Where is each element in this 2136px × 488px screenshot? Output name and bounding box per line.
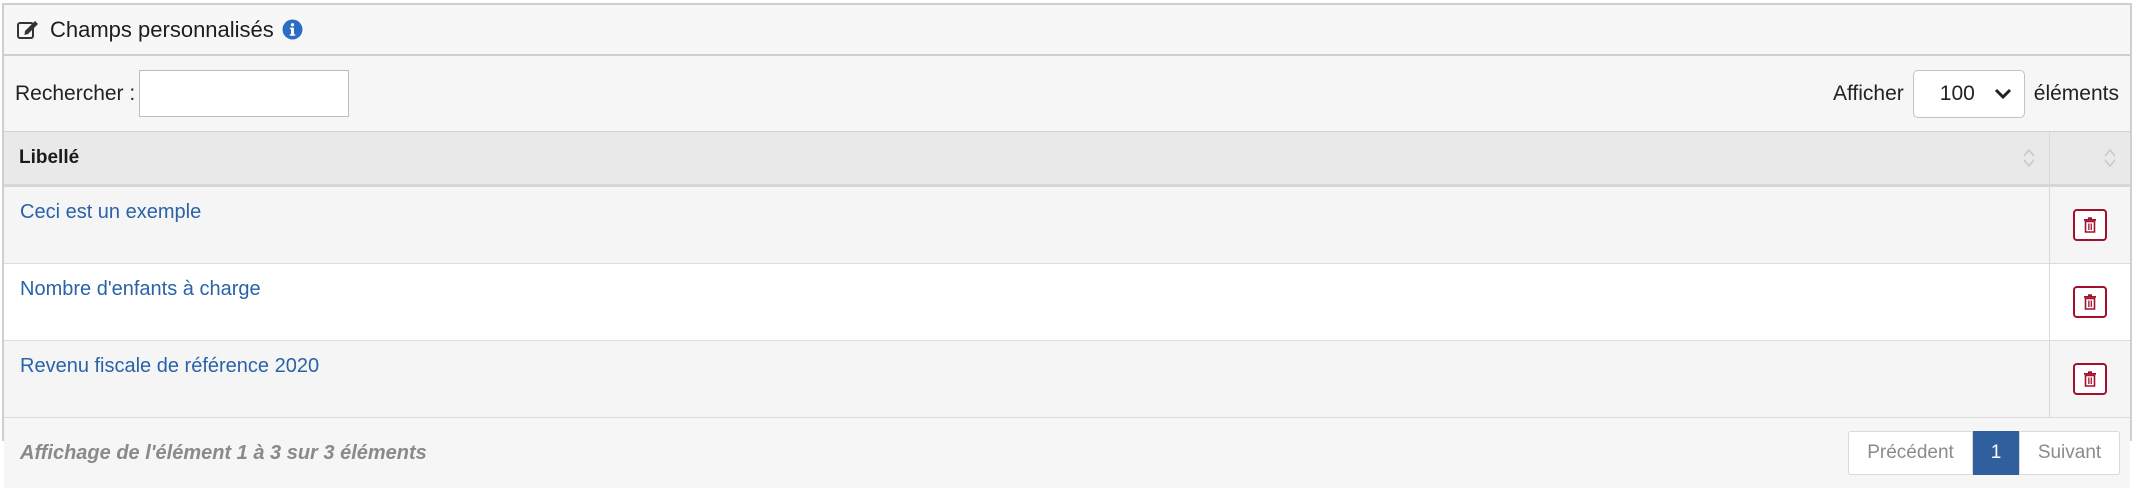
panel-header: Champs personnalisés [4, 5, 2130, 56]
label-cell: Ceci est un exemple [4, 185, 2049, 264]
field-link[interactable]: Revenu fiscale de référence 2020 [20, 355, 319, 377]
length-suffix-label: éléments [2033, 81, 2119, 105]
field-link[interactable]: Ceci est un exemple [20, 201, 201, 223]
table-toolbar: Rechercher : Afficher 100 éléments [4, 56, 2130, 131]
page-length-value: 100 [1939, 81, 1975, 105]
delete-button[interactable] [2072, 363, 2107, 395]
search-filter: Rechercher : [15, 70, 350, 117]
table-footer: Affichage de l'élément 1 à 3 sur 3 éléme… [4, 418, 2130, 488]
action-cell [2048, 263, 2130, 341]
table-row: Nombre d'enfants à charge [4, 263, 2130, 341]
label-cell: Nombre d'enfants à charge [4, 263, 2049, 341]
column-header-label[interactable]: Libellé [4, 131, 2049, 187]
page-length-control: Afficher 100 éléments [1832, 69, 2119, 118]
field-link[interactable]: Nombre d'enfants à charge [20, 278, 261, 300]
page-length-select[interactable]: 100 [1912, 69, 2025, 118]
column-header-label-text: Libellé [19, 147, 80, 168]
next-page-button[interactable]: Suivant [2019, 431, 2120, 475]
action-cell [2048, 185, 2130, 264]
delete-button[interactable] [2072, 209, 2107, 241]
search-input[interactable] [139, 70, 350, 117]
action-cell [2048, 340, 2130, 418]
length-prefix-label: Afficher [1832, 81, 1904, 105]
trash-icon [2083, 217, 2096, 233]
custom-fields-table: Libellé Ceci est un exemple Nombre d'enf… [4, 131, 2130, 418]
panel-title: Champs personnalisés [50, 16, 274, 42]
page-1-button[interactable]: 1 [1973, 431, 2019, 475]
info-icon[interactable] [282, 19, 303, 40]
table-row: Ceci est un exemple [4, 185, 2130, 264]
search-label: Rechercher : [15, 81, 136, 105]
sort-icon [2022, 148, 2035, 168]
delete-button[interactable] [2072, 286, 2107, 318]
edit-icon [16, 18, 40, 42]
previous-page-button[interactable]: Précédent [1848, 431, 1973, 475]
table-info-text: Affichage de l'élément 1 à 3 sur 3 éléme… [20, 441, 427, 464]
sort-icon [2104, 148, 2116, 168]
label-cell: Revenu fiscale de référence 2020 [4, 340, 2049, 418]
trash-icon [2083, 294, 2096, 310]
table-header-row: Libellé [4, 131, 2130, 187]
trash-icon [2083, 371, 2096, 387]
table-row: Revenu fiscale de référence 2020 [4, 340, 2130, 418]
chevron-down-icon [1994, 88, 2011, 99]
column-header-actions[interactable] [2048, 131, 2130, 187]
pagination: Précédent 1 Suivant [1848, 431, 2120, 475]
custom-fields-panel: Champs personnalisés Rechercher : Affich… [2, 3, 2132, 488]
